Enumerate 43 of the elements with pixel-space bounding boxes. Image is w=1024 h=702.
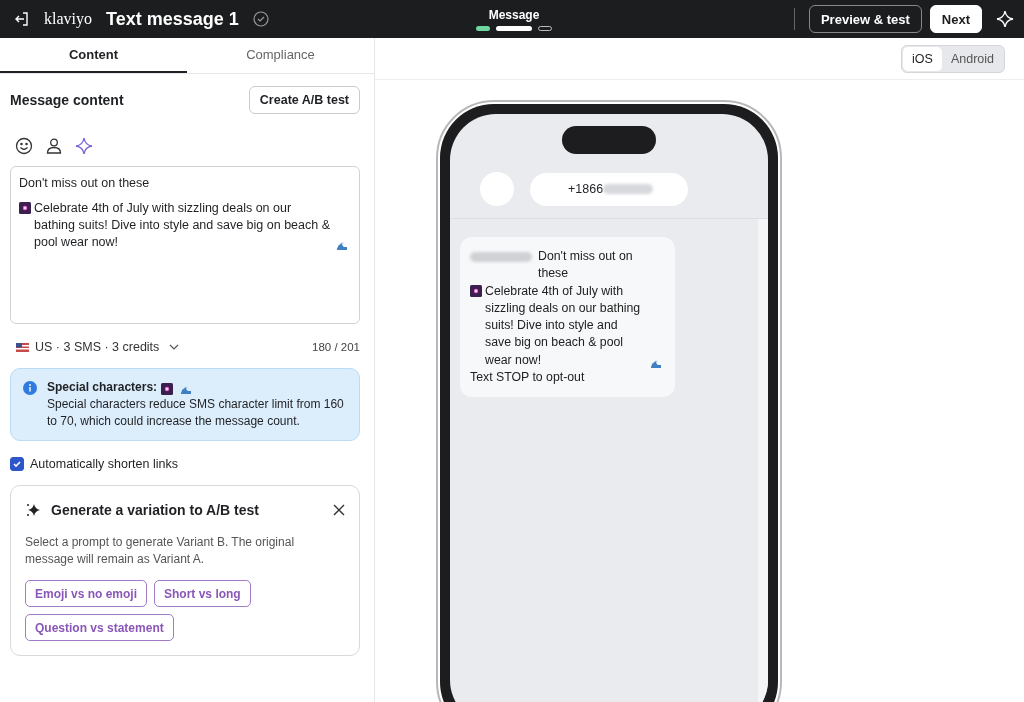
bubble-text: Don't miss out on these xyxy=(538,248,634,283)
message-title: Text message 1 xyxy=(106,8,239,30)
wave-icon xyxy=(650,357,662,370)
message-text: Don't miss out on these xyxy=(19,175,150,192)
card-description: Select a prompt to generate Variant B. The original message will remain as Variant A. xyxy=(25,534,296,568)
message-text: Celebrate 4th of July with sizzling deals on our bathing suits! Dive into style and save big on beach & pool wear now! xyxy=(34,200,331,251)
next-button[interactable]: Next xyxy=(929,5,982,33)
logo[interactable]: klaviyo xyxy=(44,10,92,28)
firework-icon xyxy=(161,382,174,395)
person-icon[interactable] xyxy=(44,136,64,156)
info-icon xyxy=(23,381,37,395)
sparkle-icon xyxy=(25,502,41,518)
prompt-chip[interactable]: Emoji vs no emoji xyxy=(25,580,148,607)
exit-icon[interactable] xyxy=(14,11,30,27)
notice-text: Special characters reduce SMS character limit from 160 to 70, which could increase the message count. xyxy=(47,396,345,430)
checkbox[interactable] xyxy=(10,457,24,471)
create-ab-test-button[interactable]: Create A/B test xyxy=(248,86,360,114)
platform-option[interactable]: iOS xyxy=(903,46,942,71)
bubble-text: Text STOP to opt-out xyxy=(470,369,585,387)
card-title: Generate a variation to A/B test xyxy=(51,502,260,518)
checkmark-icon xyxy=(12,459,22,469)
bubble-text: Celebrate 4th of July with sizzling deals on our bathing suits! Dive into style and save big on beach & pool wear now! xyxy=(485,282,642,369)
prompt-chip[interactable]: Question vs statement xyxy=(25,614,174,641)
tab[interactable]: Content xyxy=(0,38,187,73)
checkbox-label: Automatically shorten links xyxy=(30,457,178,471)
step-label: Message xyxy=(488,7,540,22)
country-select[interactable]: US · 3 SMS · 3 credits xyxy=(16,340,180,354)
platform-option[interactable]: Android xyxy=(941,46,1003,71)
character-count: 180 / 201 xyxy=(312,341,360,353)
section-heading: Message content xyxy=(10,92,124,108)
prompt-chip[interactable]: Short vs long xyxy=(154,580,251,607)
phone-number: +1866 xyxy=(568,182,604,196)
flag-icon xyxy=(16,342,29,352)
emoji-icon[interactable] xyxy=(14,136,34,156)
firework-icon xyxy=(470,284,482,297)
blurred-digits xyxy=(603,184,654,194)
blurred-sender xyxy=(470,252,532,262)
notice-title: Special characters: xyxy=(47,379,158,396)
close-icon[interactable] xyxy=(333,504,345,516)
preview-button[interactable]: Preview & test xyxy=(808,5,922,33)
tab[interactable]: Compliance xyxy=(187,38,374,73)
chevron-down-icon xyxy=(169,344,180,350)
message-field[interactable]: Don't miss out on these Celebrate 4th of July with sizzling deals on our bathing suits! Dive into style and save big on beach & pool wear now! xyxy=(10,166,360,324)
